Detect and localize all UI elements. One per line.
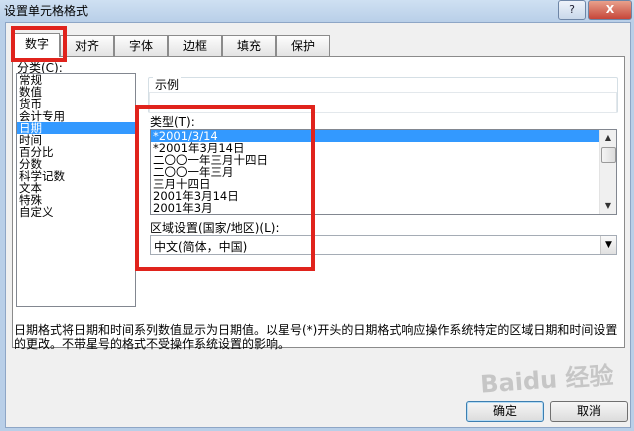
- help-button[interactable]: ?: [558, 0, 586, 20]
- cancel-button[interactable]: 取消: [550, 401, 628, 422]
- type-list[interactable]: *2001/3/14 *2001年3月14日 二〇〇一年三月十四日 二〇〇一年三…: [150, 129, 617, 215]
- category-list[interactable]: 常规 数值 货币 会计专用 日期 时间 百分比 分数 科学记数 文本 特殊 自定…: [16, 73, 136, 307]
- type-list-scrollbar[interactable]: ▲ ▼: [599, 130, 616, 214]
- chevron-down-icon[interactable]: ▼: [600, 236, 616, 254]
- scroll-thumb[interactable]: [601, 147, 616, 163]
- type-item[interactable]: 二〇〇一年三月: [151, 166, 616, 178]
- sample-label: 示例: [153, 76, 182, 93]
- window-title: 设置单元格格式: [4, 4, 89, 18]
- sample-group: 示例: [148, 76, 618, 113]
- tab-fill[interactable]: 填充: [222, 35, 276, 56]
- number-tab-panel: 分类(C): 常规 数值 货币 会计专用 日期 时间 百分比 分数 科学记数 文…: [12, 56, 625, 348]
- scroll-down-icon[interactable]: ▼: [602, 200, 614, 212]
- category-item[interactable]: 自定义: [17, 206, 135, 218]
- ok-button[interactable]: 确定: [466, 401, 544, 422]
- tab-border[interactable]: 边框: [168, 35, 222, 56]
- format-description: 日期格式将日期和时间系列数值显示为日期值。以星号(*)开头的日期格式响应操作系统…: [14, 323, 618, 351]
- dialog-window: 设置单元格格式 ? X 数字 对齐 字体 边框 填充 保护 分类(C): 常规 …: [0, 0, 634, 431]
- locale-dropdown[interactable]: 中文(简体，中国) ▼: [150, 235, 617, 255]
- type-item[interactable]: 2001年3月: [151, 202, 616, 214]
- type-label: 类型(T):: [150, 115, 195, 129]
- tab-font[interactable]: 字体: [114, 35, 168, 56]
- close-button[interactable]: X: [588, 0, 632, 20]
- locale-label: 区域设置(国家/地区)(L):: [150, 221, 280, 235]
- scroll-up-icon[interactable]: ▲: [602, 132, 614, 144]
- tab-protection[interactable]: 保护: [276, 35, 330, 56]
- title-bar[interactable]: 设置单元格格式 ? X: [0, 0, 634, 20]
- sample-value: [149, 92, 617, 113]
- locale-value: 中文(简体，中国): [154, 240, 248, 254]
- tab-number[interactable]: 数字: [14, 33, 60, 57]
- type-item[interactable]: 2001年3月14日: [151, 190, 616, 202]
- tab-alignment[interactable]: 对齐: [60, 35, 114, 56]
